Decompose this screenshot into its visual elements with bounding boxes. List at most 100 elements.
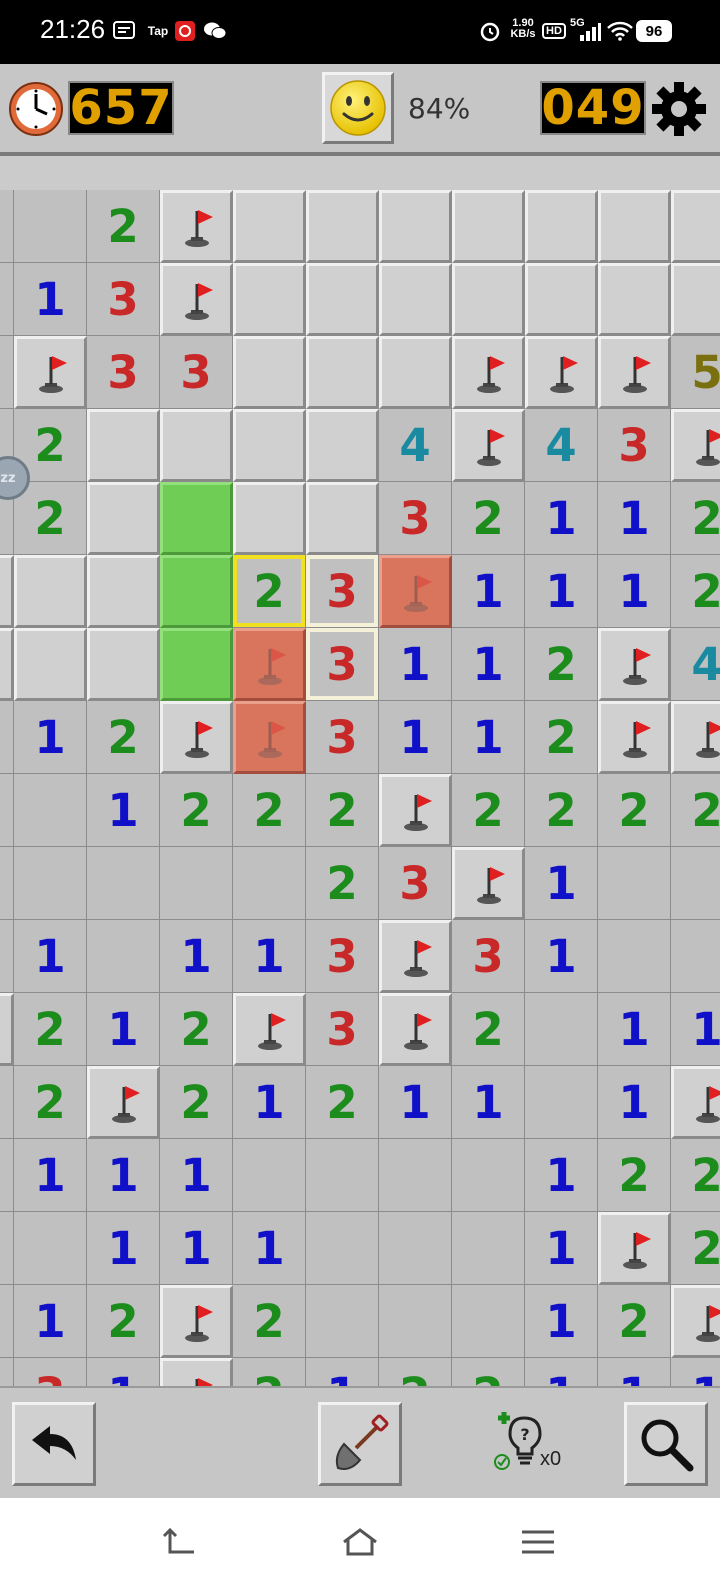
flagged-cell[interactable] — [379, 774, 452, 847]
number-cell[interactable]: 2 — [671, 1139, 720, 1212]
covered-cell[interactable] — [87, 628, 160, 701]
empty-cell[interactable] — [0, 701, 14, 774]
number-cell[interactable]: 2 — [525, 628, 598, 701]
number-cell[interactable]: 1 — [671, 993, 720, 1066]
flagged-cell[interactable] — [160, 1285, 233, 1358]
empty-cell[interactable] — [0, 847, 14, 920]
number-cell[interactable]: 2 — [14, 482, 87, 555]
empty-cell[interactable] — [0, 190, 14, 263]
wrong-flag-cell[interactable] — [379, 555, 452, 628]
covered-cell[interactable] — [671, 263, 720, 336]
flagged-cell[interactable] — [598, 1212, 671, 1285]
number-cell[interactable]: 1 — [87, 1358, 160, 1386]
empty-cell[interactable] — [306, 1285, 379, 1358]
empty-cell[interactable] — [0, 336, 14, 409]
empty-cell[interactable] — [14, 1212, 87, 1285]
number-cell[interactable]: 1 — [87, 1212, 160, 1285]
number-cell[interactable]: 2 — [525, 774, 598, 847]
number-cell[interactable]: 2 — [87, 701, 160, 774]
empty-cell[interactable] — [0, 1358, 14, 1386]
number-cell[interactable]: 2 — [598, 1285, 671, 1358]
flagged-cell[interactable] — [671, 701, 720, 774]
number-cell[interactable]: 1 — [525, 1285, 598, 1358]
empty-cell[interactable] — [0, 920, 14, 993]
number-cell[interactable]: 1 — [233, 920, 306, 993]
empty-cell[interactable] — [671, 847, 720, 920]
number-cell[interactable]: 1 — [525, 1358, 598, 1386]
number-cell[interactable]: 1 — [14, 1139, 87, 1212]
covered-cell[interactable] — [14, 628, 87, 701]
number-cell[interactable]: 1 — [598, 482, 671, 555]
undo-button[interactable] — [12, 1402, 96, 1486]
covered-cell[interactable] — [306, 263, 379, 336]
flagged-cell[interactable] — [598, 336, 671, 409]
flagged-cell[interactable] — [160, 190, 233, 263]
empty-cell[interactable] — [0, 1139, 14, 1212]
number-cell[interactable]: 1 — [14, 701, 87, 774]
empty-cell[interactable] — [671, 920, 720, 993]
empty-cell[interactable] — [0, 1285, 14, 1358]
covered-cell[interactable] — [452, 263, 525, 336]
hint-button[interactable]: ? x0 — [494, 1408, 574, 1478]
number-cell[interactable]: 2 — [671, 555, 720, 628]
number-cell[interactable]: 1 — [598, 993, 671, 1066]
flagged-cell[interactable] — [671, 1285, 720, 1358]
empty-cell[interactable] — [0, 1066, 14, 1139]
flagged-cell[interactable] — [671, 409, 720, 482]
number-cell[interactable]: 1 — [525, 555, 598, 628]
number-cell[interactable]: 2 — [233, 1358, 306, 1386]
number-cell[interactable]: 1 — [14, 263, 87, 336]
flagged-cell[interactable] — [671, 1066, 720, 1139]
number-cell[interactable]: 1 — [525, 1212, 598, 1285]
zoom-search-button[interactable] — [624, 1402, 708, 1486]
flagged-cell[interactable] — [160, 263, 233, 336]
flagged-cell[interactable] — [452, 336, 525, 409]
number-cell[interactable]: 3 — [87, 336, 160, 409]
number-cell[interactable]: 2 — [671, 774, 720, 847]
empty-cell[interactable] — [452, 1212, 525, 1285]
number-cell[interactable]: 2 — [87, 190, 160, 263]
empty-cell[interactable] — [379, 1139, 452, 1212]
covered-cell[interactable] — [233, 263, 306, 336]
number-cell[interactable]: 2 — [306, 1066, 379, 1139]
number-cell[interactable]: 3 — [306, 920, 379, 993]
number-cell[interactable]: 4 — [525, 409, 598, 482]
covered-cell[interactable] — [233, 409, 306, 482]
number-cell[interactable]: 1 — [379, 1066, 452, 1139]
covered-cell[interactable] — [233, 336, 306, 409]
number-cell[interactable]: 1 — [452, 701, 525, 774]
covered-cell[interactable] — [0, 993, 14, 1066]
number-cell[interactable]: 2 — [379, 1358, 452, 1386]
number-cell[interactable]: 1 — [452, 555, 525, 628]
number-cell[interactable]: 1 — [233, 1066, 306, 1139]
covered-cell[interactable] — [306, 336, 379, 409]
wrong-flag-cell[interactable] — [233, 701, 306, 774]
number-cell[interactable]: 2 — [671, 482, 720, 555]
empty-cell[interactable] — [233, 847, 306, 920]
covered-cell[interactable] — [87, 482, 160, 555]
covered-cell[interactable] — [379, 263, 452, 336]
number-cell[interactable]: 2 — [525, 701, 598, 774]
number-cell[interactable]: 1 — [14, 1285, 87, 1358]
flagged-cell[interactable] — [598, 628, 671, 701]
empty-cell[interactable] — [14, 774, 87, 847]
covered-cell[interactable] — [87, 555, 160, 628]
number-cell[interactable]: 2 — [87, 1285, 160, 1358]
wrong-flag-cell[interactable] — [233, 628, 306, 701]
covered-cell[interactable] — [306, 409, 379, 482]
covered-cell[interactable] — [452, 190, 525, 263]
covered-cell[interactable] — [598, 263, 671, 336]
covered-cell[interactable] — [306, 190, 379, 263]
number-cell[interactable]: 2 — [233, 774, 306, 847]
number-cell[interactable]: 1 — [525, 1139, 598, 1212]
flagged-cell[interactable] — [452, 409, 525, 482]
empty-cell[interactable] — [233, 1139, 306, 1212]
safe-highlight-cell[interactable] — [160, 628, 233, 701]
covered-cell[interactable] — [0, 628, 14, 701]
highlighted-cell[interactable]: 3 — [306, 628, 379, 701]
number-cell[interactable]: 1 — [160, 1139, 233, 1212]
empty-cell[interactable] — [379, 1285, 452, 1358]
number-cell[interactable]: 2 — [598, 774, 671, 847]
empty-cell[interactable] — [598, 920, 671, 993]
covered-cell[interactable] — [87, 409, 160, 482]
